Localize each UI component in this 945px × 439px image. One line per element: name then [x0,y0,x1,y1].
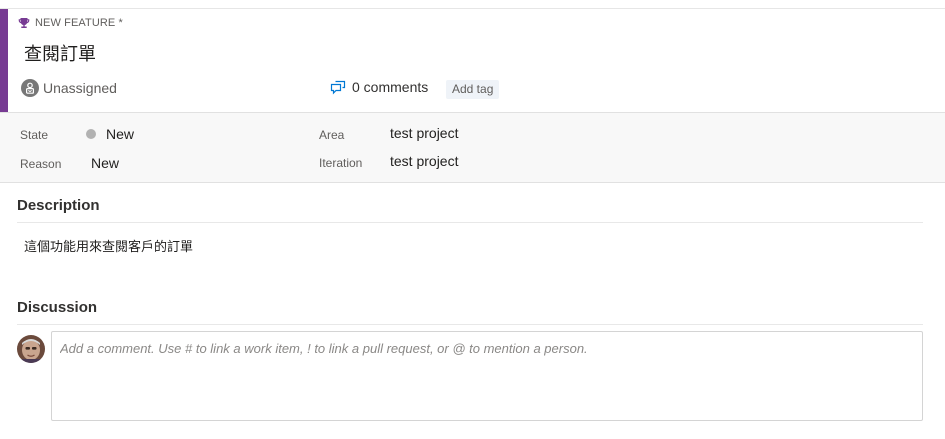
work-item-type-color-bar [0,9,8,112]
description-text[interactable]: 這個功能用來查閱客戶的訂單 [24,236,193,255]
work-item-type-label: NEW FEATURE * [35,17,123,29]
current-user-avatar [17,335,45,363]
description-heading[interactable]: Description [17,197,100,214]
comments-icon [330,80,346,95]
work-item-header: NEW FEATURE * 查閱訂單 Unassigned 0 comments… [0,9,945,112]
iteration-label: Iteration [319,156,363,170]
reason-label: Reason [20,157,62,171]
reason-value[interactable]: New [91,155,119,171]
discussion-heading[interactable]: Discussion [17,299,97,316]
area-value[interactable]: test project [390,125,458,141]
unassigned-avatar-icon [21,79,39,97]
work-item-meta-row: Unassigned 0 comments Add tag [21,79,921,99]
assignee-name: Unassigned [43,80,117,96]
work-item-fields: State New Reason New Area test project I… [0,112,945,183]
state-value[interactable]: New [106,126,134,142]
state-label: State [20,128,49,142]
work-item-type: NEW FEATURE * [18,16,123,30]
assignee-picker[interactable]: Unassigned [21,79,117,97]
comment-input-box[interactable] [51,331,923,421]
work-item-title[interactable]: 查閱訂單 [24,40,96,66]
discussion-divider [17,324,923,325]
trophy-icon [18,18,30,28]
description-divider [17,222,923,223]
comments-link[interactable]: 0 comments [330,79,428,95]
iteration-value[interactable]: test project [390,153,458,169]
comment-input[interactable] [60,341,914,411]
comments-count: 0 comments [352,79,429,95]
state-indicator-dot [86,129,96,139]
area-label: Area [319,128,345,142]
add-tag-button[interactable]: Add tag [446,80,500,99]
